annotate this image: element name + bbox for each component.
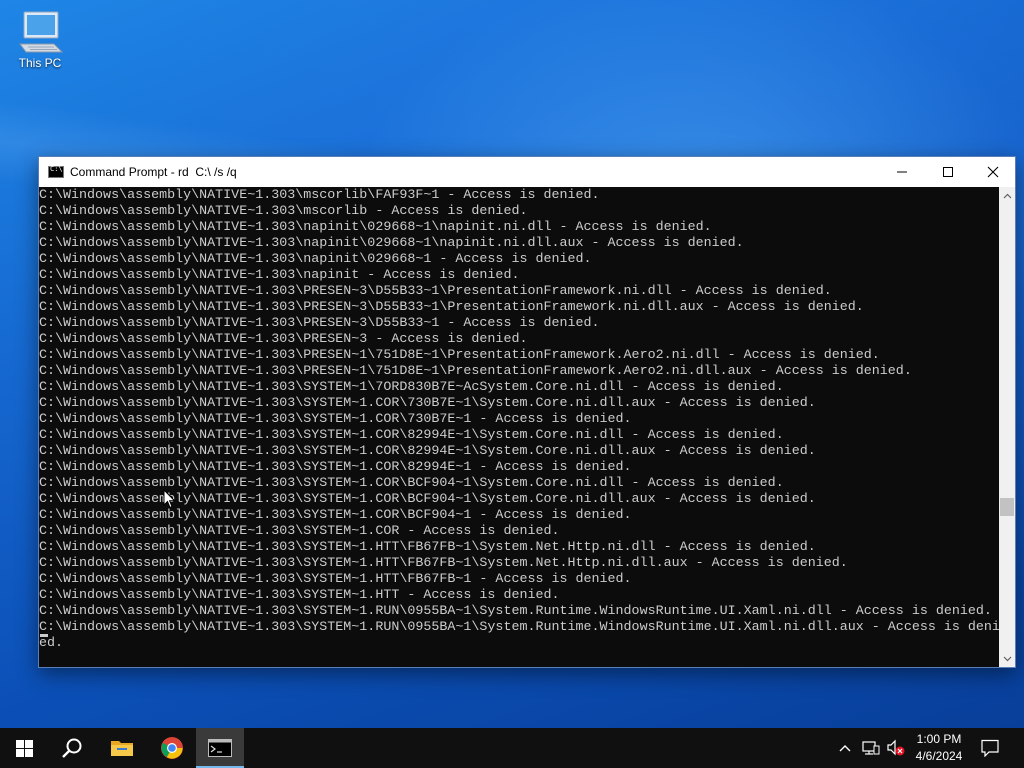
mouse-pointer-icon bbox=[163, 489, 176, 509]
desktop-icon-this-pc[interactable]: This PC bbox=[12, 8, 68, 76]
console-line: C:\Windows\assembly\NATIVE~1.303\SYSTEM~… bbox=[39, 604, 992, 619]
folder-icon bbox=[111, 741, 133, 756]
console-line: C:\Windows\assembly\NATIVE~1.303\SYSTEM~… bbox=[39, 588, 560, 603]
maximize-icon bbox=[943, 167, 953, 177]
window-title: Command Prompt - rd C:\ /s /q bbox=[70, 165, 237, 179]
search-icon bbox=[62, 738, 82, 758]
console-line: C:\Windows\assembly\NATIVE~1.303\SYSTEM~… bbox=[39, 540, 816, 555]
chrome-icon bbox=[161, 737, 183, 759]
maximize-button[interactable] bbox=[925, 157, 971, 187]
windows-logo-icon bbox=[15, 739, 33, 757]
console-line: C:\Windows\assembly\NATIVE~1.303\PRESEN~… bbox=[39, 284, 832, 299]
console-line: C:\Windows\assembly\NATIVE~1.303\PRESEN~… bbox=[39, 348, 880, 363]
system-clock[interactable]: 1:00 PM 4/6/2024 bbox=[908, 731, 970, 765]
console-line: C:\Windows\assembly\NATIVE~1.303\mscorli… bbox=[39, 204, 528, 219]
chevron-up-icon bbox=[1003, 193, 1011, 198]
cmd-icon bbox=[48, 165, 64, 178]
vertical-scrollbar[interactable] bbox=[999, 187, 1015, 667]
text-cursor bbox=[40, 634, 48, 637]
title-bar[interactable]: Command Prompt - rd C:\ /s /q bbox=[39, 157, 1015, 187]
console-output[interactable]: C:\Windows\assembly\NATIVE~1.303\mscorli… bbox=[39, 187, 999, 667]
console-line: C:\Windows\assembly\NATIVE~1.303\napinit… bbox=[39, 220, 712, 235]
chevron-down-icon bbox=[1003, 656, 1011, 661]
console-line: C:\Windows\assembly\NATIVE~1.303\SYSTEM~… bbox=[39, 428, 784, 443]
console-line: C:\Windows\assembly\NATIVE~1.303\SYSTEM~… bbox=[39, 444, 816, 459]
console-line: C:\Windows\assembly\NATIVE~1.303\SYSTEM~… bbox=[39, 476, 784, 491]
minimize-button[interactable] bbox=[879, 157, 925, 187]
close-button[interactable] bbox=[970, 157, 1016, 187]
console-line: ed. bbox=[39, 636, 64, 651]
computer-icon bbox=[19, 11, 64, 53]
console-line: C:\Windows\assembly\NATIVE~1.303\SYSTEM~… bbox=[39, 396, 816, 411]
console-line: C:\Windows\assembly\NATIVE~1.303\SYSTEM~… bbox=[39, 620, 999, 635]
scrollbar-thumb[interactable] bbox=[1000, 498, 1014, 516]
clock-time: 1:00 PM bbox=[916, 732, 962, 746]
scroll-down-button[interactable] bbox=[999, 650, 1015, 667]
minimize-icon bbox=[897, 171, 907, 173]
network-icon[interactable] bbox=[862, 740, 880, 756]
console-line: C:\Windows\assembly\NATIVE~1.303\PRESEN~… bbox=[39, 332, 528, 347]
chevron-up-icon[interactable] bbox=[838, 740, 852, 756]
console-line: C:\Windows\assembly\NATIVE~1.303\SYSTEM~… bbox=[39, 572, 632, 587]
console-line: C:\Windows\assembly\NATIVE~1.303\SYSTEM~… bbox=[39, 492, 816, 507]
start-button[interactable] bbox=[0, 728, 48, 768]
console-line: C:\Windows\assembly\NATIVE~1.303\SYSTEM~… bbox=[39, 460, 632, 475]
taskbar-chrome[interactable] bbox=[148, 728, 196, 768]
taskbar: 1:00 PM 4/6/2024 bbox=[0, 728, 1024, 768]
console-line: C:\Windows\assembly\NATIVE~1.303\napinit… bbox=[39, 252, 592, 267]
clock-date: 4/6/2024 bbox=[915, 749, 963, 763]
cmd-icon bbox=[208, 739, 232, 757]
console-line: C:\Windows\assembly\NATIVE~1.303\SYSTEM~… bbox=[39, 508, 632, 523]
console-line: C:\Windows\assembly\NATIVE~1.303\PRESEN~… bbox=[39, 316, 600, 331]
command-prompt-window[interactable]: Command Prompt - rd C:\ /s /q C:\Windows… bbox=[38, 156, 1016, 668]
console-line: C:\Windows\assembly\NATIVE~1.303\PRESEN~… bbox=[39, 364, 912, 379]
taskbar-command-prompt[interactable] bbox=[196, 728, 244, 768]
console-line: C:\Windows\assembly\NATIVE~1.303\PRESEN~… bbox=[39, 300, 864, 315]
console-line: C:\Windows\assembly\NATIVE~1.303\SYSTEM~… bbox=[39, 380, 784, 395]
taskbar-file-explorer[interactable] bbox=[98, 728, 146, 768]
close-icon bbox=[987, 166, 999, 178]
volume-muted-icon[interactable] bbox=[886, 739, 906, 757]
console-line: C:\Windows\assembly\NATIVE~1.303\napinit… bbox=[39, 236, 744, 251]
console-line: C:\Windows\assembly\NATIVE~1.303\SYSTEM~… bbox=[39, 556, 848, 571]
console-line: C:\Windows\assembly\NATIVE~1.303\SYSTEM~… bbox=[39, 524, 560, 539]
scroll-up-button[interactable] bbox=[999, 187, 1015, 204]
desktop-icon-label: This PC bbox=[18, 56, 62, 70]
console-line: C:\Windows\assembly\NATIVE~1.303\napinit… bbox=[39, 268, 520, 283]
notification-icon[interactable] bbox=[980, 739, 1000, 757]
search-button[interactable] bbox=[48, 728, 96, 768]
console-line: C:\Windows\assembly\NATIVE~1.303\mscorli… bbox=[39, 188, 600, 203]
console-line: C:\Windows\assembly\NATIVE~1.303\SYSTEM~… bbox=[39, 412, 632, 427]
